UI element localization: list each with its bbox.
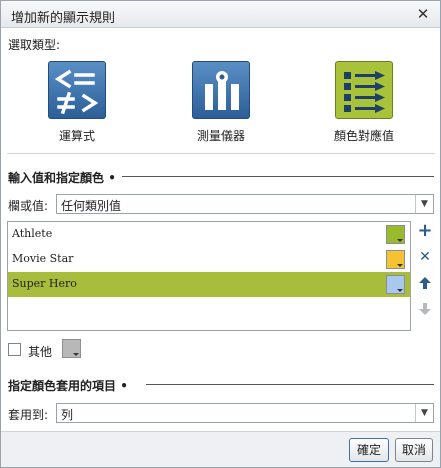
move-down-icon: [417, 301, 433, 317]
apply-section-title: 指定顏色套用的項目 •: [8, 379, 128, 393]
column-or-value-select[interactable]: 任何類別值 ▼: [56, 194, 434, 214]
apply-to-label: 套用到:: [8, 408, 49, 422]
other-label: 其他: [28, 345, 53, 359]
list-item[interactable]: Movie Star: [8, 247, 410, 272]
values-section-title: 輸入值和指定顏色 •: [8, 171, 116, 185]
column-or-value-selected: 任何類別值: [61, 199, 122, 213]
list-item-label: Super Hero: [12, 277, 77, 290]
list-item-label: Movie Star: [12, 252, 74, 265]
chevron-down-icon: [397, 289, 403, 292]
section-divider-line: [146, 384, 434, 385]
type-option-gauge[interactable]: [192, 61, 250, 119]
color-swatch-button[interactable]: [386, 250, 405, 269]
close-icon[interactable]: ✕: [414, 5, 432, 23]
type-option-gauge-label: 測量儀器: [196, 129, 245, 143]
list-item[interactable]: Athlete: [8, 222, 410, 247]
color-swatch-button[interactable]: [386, 225, 405, 244]
other-color-swatch-button[interactable]: [62, 339, 81, 358]
chevron-down-icon: ▼: [415, 404, 433, 422]
gauge-icon: [205, 71, 239, 110]
list-item-selected[interactable]: Super Hero: [8, 272, 410, 297]
other-checkbox[interactable]: [8, 343, 21, 356]
add-display-rule-dialog: 增加新的顯示規則 ✕ 選取類型: 運算式 測量儀器 顏色對應值 輸入值和指定顏色…: [0, 0, 441, 468]
dialog-title: 增加新的顯示規則: [11, 11, 116, 26]
divider: [7, 153, 435, 154]
select-type-label: 選取類型:: [8, 38, 61, 52]
chevron-down-icon: ▼: [415, 195, 433, 213]
color-mapped-values-icon: [344, 71, 385, 113]
value-color-list[interactable]: Athlete Movie Star Super Hero: [7, 221, 411, 331]
delete-icon[interactable]: ✕: [417, 249, 433, 265]
add-icon[interactable]: +: [417, 222, 433, 240]
chevron-down-icon: [73, 353, 79, 356]
arrow-up-icon: [419, 277, 431, 289]
arrow-down-icon: [419, 303, 431, 315]
chevron-down-icon: [397, 239, 403, 242]
list-item-label: Athlete: [12, 227, 53, 240]
type-option-color-mapped[interactable]: [335, 61, 393, 119]
cancel-button[interactable]: 取消: [395, 438, 433, 462]
column-or-value-label: 欄或值:: [8, 199, 49, 213]
chevron-down-icon: [397, 264, 403, 267]
expression-icon: [54, 69, 99, 115]
color-swatch-button[interactable]: [386, 275, 405, 294]
apply-to-select[interactable]: 列 ▼: [56, 403, 434, 423]
title-bar: 增加新的顯示規則 ✕: [1, 1, 440, 28]
move-up-icon[interactable]: [417, 275, 433, 291]
type-option-color-mapped-label: 顏色對應值: [333, 129, 394, 143]
dialog-footer: 確定 取消: [1, 431, 440, 467]
type-option-expression-label: 運算式: [58, 129, 95, 143]
type-option-expression[interactable]: [48, 61, 106, 119]
apply-to-selected: 列: [61, 408, 74, 422]
ok-button[interactable]: 確定: [349, 438, 389, 462]
section-divider-line: [122, 176, 434, 177]
